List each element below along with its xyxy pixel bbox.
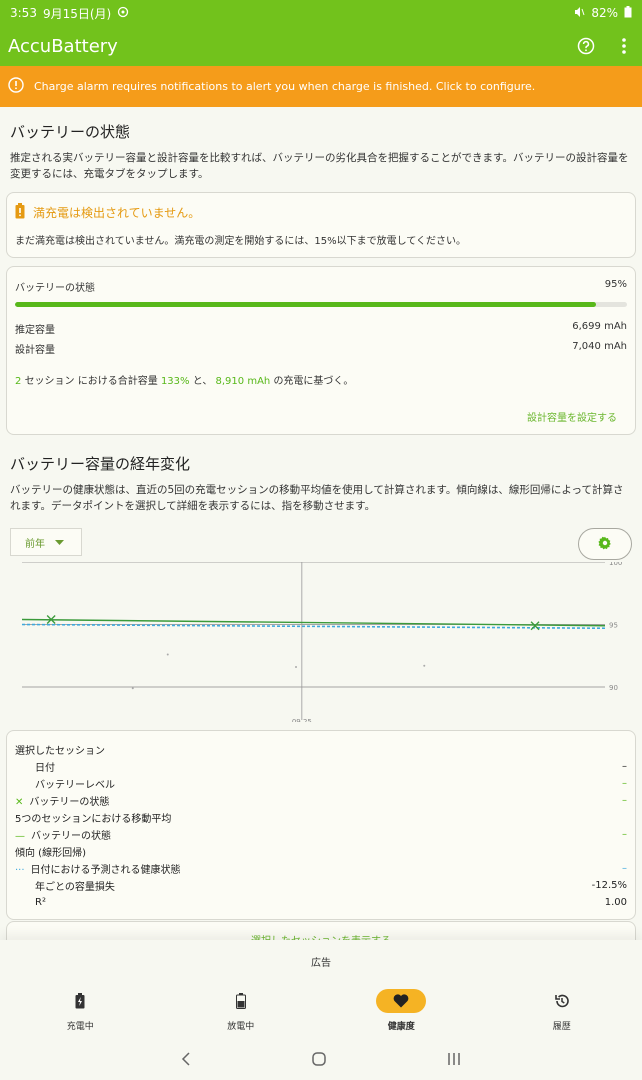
session-date-value: – (622, 761, 627, 772)
session-details-card: 選択したセッション 日付 – バッテリーレベル – ✕ バッテリーの状態 – 5つのセッ… (6, 730, 636, 920)
gear-icon (598, 535, 612, 554)
chart-point-cross (530, 621, 540, 631)
recents-icon[interactable] (446, 1051, 462, 1071)
note-total: 133% (160, 376, 190, 387)
r-squared-label: R² (35, 897, 46, 908)
main-content[interactable]: バッテリーの状態 推定される実バッテリー容量と設計容量を比較すれば、バッテリーの… (0, 107, 642, 940)
app-title: AccuBattery (8, 35, 118, 57)
note-part1: セッション における合計容量 (24, 376, 158, 387)
chart-y-tick-label: 90 (609, 684, 618, 692)
status-battery-level: 82% (591, 6, 618, 20)
chart-x-tick-label: 09.25 (292, 718, 312, 722)
set-design-capacity-link[interactable]: 設計容量を設定する (15, 409, 627, 424)
alarm-text: Charge alarm requires notifications to a… (34, 80, 536, 93)
nav-charging-label: 充電中 (66, 1021, 94, 1032)
battery-icon (624, 5, 632, 21)
history-description: バッテリーの健康状態は、直近の5回の充電セッションの移動平均値を使用して計算され… (10, 484, 624, 512)
nav-health-label: 健康度 (387, 1021, 415, 1032)
capacity-loss-value: -12.5% (591, 880, 627, 891)
full-charge-description: まだ満充電は検出されていません。満充電の測定を開始するには、15%以下まで放電し… (15, 236, 467, 247)
dropdown-arrow-icon (55, 537, 64, 548)
r-squared-value: 1.00 (604, 897, 627, 908)
health-progress-bar (15, 302, 627, 307)
health-label: バッテリーの状態 (15, 283, 95, 294)
nav-discharging-label: 放電中 (227, 1021, 255, 1032)
status-time: 3:53 (10, 6, 37, 20)
session-date-label: 日付 (35, 763, 55, 774)
home-icon[interactable] (311, 1051, 327, 1071)
chart-point-dot (131, 687, 134, 690)
mute-icon (573, 6, 585, 21)
chart-point-dot (295, 666, 298, 668)
moving-health-value: – (622, 829, 627, 840)
chart-point-dot (423, 664, 426, 667)
cross-marker-icon: ✕ (15, 797, 24, 808)
session-level-value: – (622, 778, 627, 789)
session-level-label: バッテリーレベル (35, 780, 115, 791)
battery-status-description: 推定される実バッテリー容量と設計容量を比較すれば、バッテリーの劣化具合を把握する… (10, 152, 629, 180)
battery-charging-icon (55, 989, 105, 1013)
nav-history-label: 履歴 (552, 1021, 571, 1032)
status-date: 9月15日(月) (42, 6, 112, 21)
note-sessions: 2 (15, 376, 22, 387)
chart-point-dot (166, 653, 169, 656)
note-part2: と、 (192, 376, 213, 387)
heart-icon (376, 988, 427, 1013)
full-charge-card: 満充電は検出されていません。 まだ満充電は検出されていません。満充電の測定を開始… (6, 192, 636, 258)
app-bar: AccuBattery (0, 26, 642, 66)
session-health-value: – (622, 795, 627, 806)
system-navigation (0, 1042, 642, 1080)
design-capacity-value: 7,040 mAh (572, 341, 627, 352)
sync-icon (117, 6, 129, 21)
battery-warning-icon (15, 203, 25, 222)
show-selected-session-button[interactable]: 選択したセッションを表示する (6, 921, 636, 940)
bottom-navigation: 充電中 放電中 健康度 履歴 (0, 978, 642, 1042)
status-bar: 3:53 9月15日(月) 82% (0, 0, 642, 26)
moving-health-label: バッテリーの状態 (31, 831, 111, 842)
period-dropdown[interactable]: 前年 (10, 528, 82, 556)
chart-y-tick-label: 95 (609, 622, 618, 630)
alert-icon (8, 77, 24, 96)
selected-session-title: 選択したセッション (15, 746, 105, 757)
back-icon[interactable] (180, 1051, 192, 1071)
history-icon (537, 989, 587, 1013)
nav-charging[interactable]: 充電中 (0, 978, 161, 1042)
nav-health[interactable]: 健康度 (321, 978, 482, 1042)
health-history-chart[interactable]: 100 95 90 09.25 (0, 559, 642, 726)
charge-alarm-banner[interactable]: Charge alarm requires notifications to a… (0, 66, 642, 107)
health-percent: 95% (604, 279, 627, 290)
note-part3: の充電に基づく。 (273, 376, 354, 387)
line-marker-icon: — (15, 831, 25, 842)
ad-label: 広告 (311, 958, 331, 969)
trend-title: 傾向 (線形回帰) (15, 848, 86, 859)
history-title: バッテリー容量の経年変化 (10, 455, 191, 473)
battery-health-card: バッテリーの状態 95% 推定容量 6,699 mAh 設計容量 7,040 m… (6, 266, 636, 435)
health-progress-fill (15, 302, 597, 307)
design-capacity-label: 設計容量 (15, 345, 55, 356)
battery-discharging-icon (216, 989, 266, 1013)
chart-settings-button[interactable] (578, 528, 632, 560)
dotted-line-icon: ··· (15, 865, 25, 876)
predicted-health-value: – (622, 863, 627, 874)
chart-y-tick-label: 100 (609, 562, 622, 567)
nav-history[interactable]: 履歴 (482, 978, 642, 1042)
battery-status-title: バッテリーの状態 (10, 123, 131, 141)
nav-discharging[interactable]: 放電中 (161, 978, 322, 1042)
period-value: 前年 (25, 538, 45, 550)
more-menu-icon[interactable] (614, 36, 634, 56)
ad-banner[interactable]: 広告 (0, 940, 642, 978)
estimated-capacity-value: 6,699 mAh (572, 321, 627, 332)
capacity-note: 2 セッション における合計容量 133% と、 8,910 mAh の充電に基… (15, 372, 627, 387)
session-health-label: バッテリーの状態 (29, 797, 110, 808)
estimated-capacity-label: 推定容量 (15, 325, 55, 336)
predicted-health-label: 日付における予測される健康状態 (30, 865, 181, 876)
moving-average-title: 5つのセッションにおける移動平均 (15, 814, 172, 825)
capacity-loss-label: 年ごとの容量損失 (35, 882, 115, 893)
help-icon[interactable] (576, 36, 596, 56)
note-mah: 8,910 mAh (215, 376, 271, 387)
full-charge-title: 満充電は検出されていません。 (33, 206, 201, 220)
